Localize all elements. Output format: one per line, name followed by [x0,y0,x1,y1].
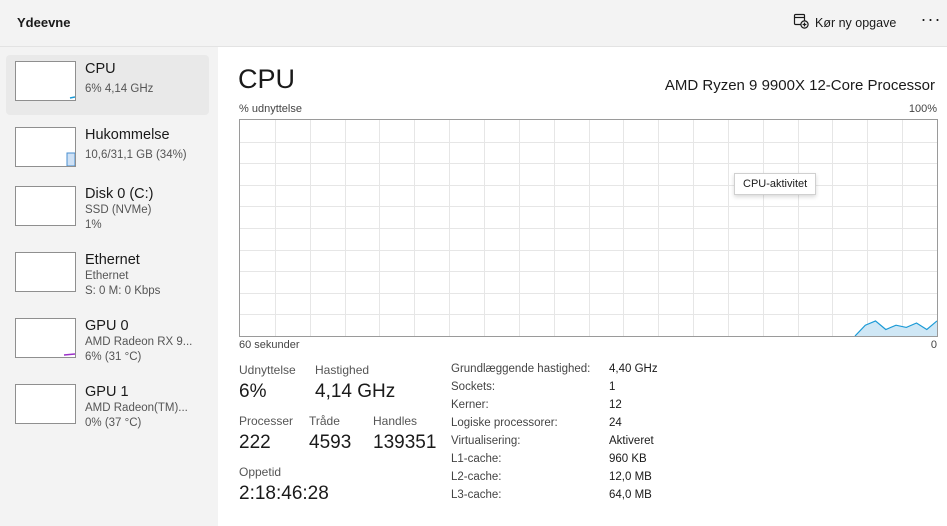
spec-value: 12 [609,399,622,411]
run-new-task-label: Kør ny opgave [815,16,897,30]
threads-label: Tråde [309,414,340,428]
title-bar: Ydeevne Kør ny opgave ··· [0,0,947,47]
sidebar-item-disk-0[interactable]: Disk 0 (C:) SSD (NVMe) 1% [6,180,209,240]
spec-value: 24 [609,417,622,429]
spec-value: 1 [609,381,616,393]
processes-label: Processer [239,414,294,428]
speed-label: Hastighed [315,363,370,377]
sidebar-item-detail: 0% (37 °C) [85,417,142,429]
sidebar-item-detail: Ethernet [85,270,129,282]
ethernet-thumbnail [15,252,76,292]
uptime-value: 2:18:46:28 [239,483,329,504]
sidebar-item-gpu-1[interactable]: GPU 1 AMD Radeon(TM)... 0% (37 °C) [6,378,209,438]
sidebar-item-ethernet[interactable]: Ethernet Ethernet S: 0 M: 0 Kbps [6,246,209,306]
processor-name: AMD Ryzen 9 9900X 12-Core Processor [664,77,935,94]
handles-label: Handles [373,414,418,428]
sidebar-item-label: CPU [85,61,116,77]
sidebar-item-label: Disk 0 (C:) [85,186,154,202]
sidebar-item-detail: 6% 4,14 GHz [85,83,154,95]
spec-value: 12,0 MB [609,471,652,483]
speed-value: 4,14 GHz [315,381,396,402]
spec-label: Logiske processorer: [451,417,558,429]
gpu-thumbnail [15,384,76,424]
sidebar: CPU 6% 4,14 GHz Hukommelse 10,6/31,1 GB … [0,47,218,526]
sidebar-item-detail: 1% [85,219,102,231]
run-new-task-button[interactable]: Kør ny opgave [793,13,896,33]
graph-x-label: 60 sekunder [239,339,300,351]
graph-tooltip: CPU-aktivitet [734,173,817,195]
graph-y-label: % udnyttelse [239,103,302,115]
spec-label: Kerner: [451,399,489,411]
sidebar-item-label: GPU 0 [85,318,129,334]
processes-value: 222 [239,432,271,453]
sidebar-item-gpu-0[interactable]: GPU 0 AMD Radeon RX 9... 6% (31 °C) [6,312,209,372]
more-options-button[interactable]: ··· [920,10,942,34]
sidebar-item-label: Hukommelse [85,127,170,143]
spec-value: 4,40 GHz [609,363,658,375]
utilization-value: 6% [239,381,267,402]
sidebar-item-detail: S: 0 M: 0 Kbps [85,285,161,297]
cpu-utilization-graph[interactable]: CPU-aktivitet [239,119,938,337]
spec-label: L3-cache: [451,489,502,501]
disk-thumbnail [15,186,76,226]
uptime-label: Oppetid [239,465,282,479]
sidebar-item-label: GPU 1 [85,384,129,400]
sidebar-item-detail: 10,6/31,1 GB (34%) [85,149,187,161]
spec-label: L1-cache: [451,453,502,465]
cpu-graph-canvas [240,120,937,336]
spec-value: 64,0 MB [609,489,652,501]
sidebar-item-detail: AMD Radeon(TM)... [85,402,188,414]
graph-y-max-label: 100% [908,103,937,115]
spec-label: Sockets: [451,381,496,393]
spec-label: Virtualisering: [451,435,521,447]
gpu-thumbnail [15,318,76,358]
spec-value: 960 KB [609,453,647,465]
memory-thumbnail [15,127,76,167]
threads-value: 4593 [309,432,352,453]
spec-label: L2-cache: [451,471,502,483]
sidebar-item-memory[interactable]: Hukommelse 10,6/31,1 GB (34%) [6,121,209,181]
utilization-label: Udnyttelse [239,363,296,377]
sidebar-item-label: Ethernet [85,252,140,268]
page-title: Ydeevne [17,15,71,30]
graph-x-min-label: 0 [930,339,937,351]
sidebar-item-detail: SSD (NVMe) [85,204,152,216]
new-task-icon [793,13,809,34]
spec-value: Aktiveret [609,435,654,447]
spec-label: Grundlæggende hastighed: [451,363,591,375]
cpu-details-panel: CPU AMD Ryzen 9 9900X 12-Core Processor … [218,47,947,526]
sidebar-item-cpu[interactable]: CPU 6% 4,14 GHz [6,55,209,115]
sidebar-item-detail: AMD Radeon RX 9... [85,336,193,348]
sidebar-item-detail: 6% (31 °C) [85,351,142,363]
cpu-thumbnail [15,61,76,101]
handles-value: 139351 [373,432,437,453]
section-title: CPU [238,64,296,94]
